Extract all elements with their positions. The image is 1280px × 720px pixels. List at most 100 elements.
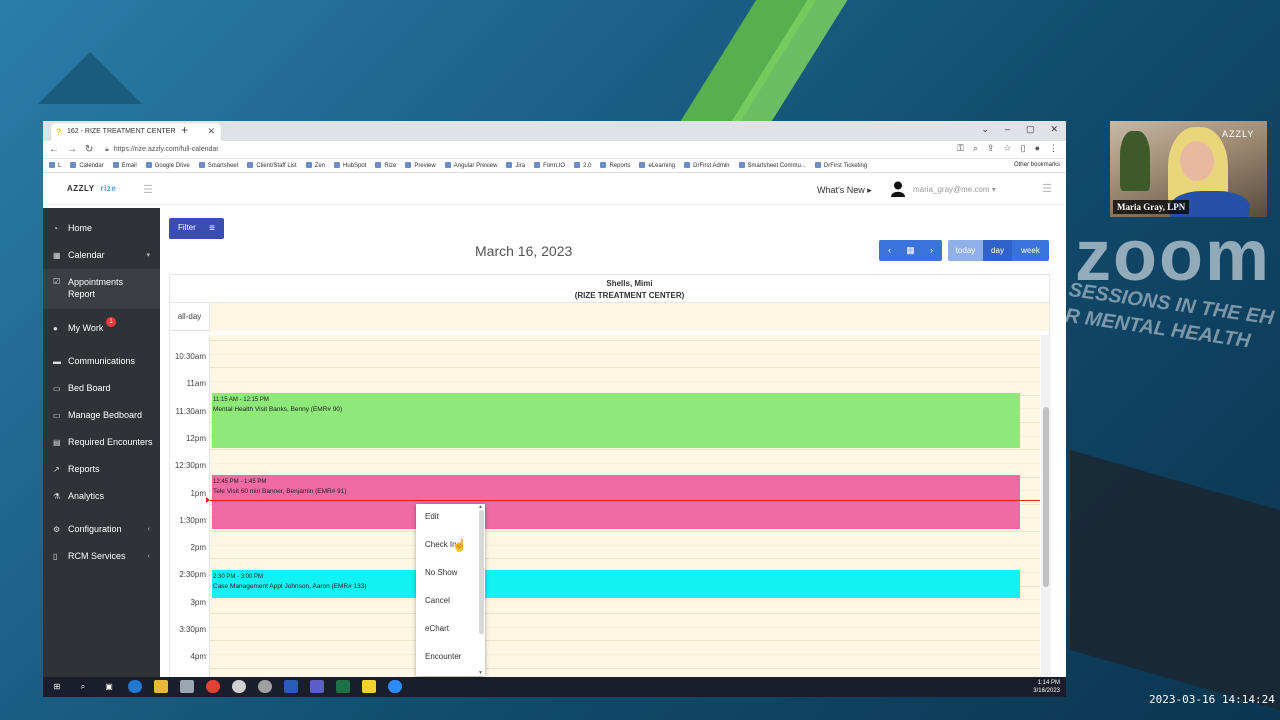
calendar-scrollbar[interactable] [1041, 335, 1051, 677]
sidebar-toggle-icon[interactable]: ☰ [143, 183, 153, 196]
windows-start-icon[interactable]: ⊞ [50, 680, 64, 693]
bookmark-item[interactable]: Smartsheet Commu... [738, 162, 806, 169]
tab-close-icon[interactable]: ✕ [207, 126, 215, 137]
tab-title: 162 - RIZE TREATMENT CENTER [67, 128, 176, 135]
context-menu-item-check-in[interactable]: Check In [416, 532, 485, 560]
user-menu[interactable]: maria_gray@me.com ▾ [913, 185, 996, 194]
bookmark-item[interactable]: Zen [305, 162, 325, 169]
bookmark-item[interactable]: Calendar [70, 162, 104, 169]
bookmark-item[interactable]: 2.0 [574, 162, 591, 169]
bookmark-label: Email [121, 163, 137, 169]
scroll-thumb[interactable] [1043, 407, 1049, 587]
bookmark-item[interactable]: HubSpot [334, 162, 366, 169]
chrome-profile-icon[interactable] [232, 680, 246, 693]
url-field[interactable]: 🔒︎ https://rize.azzly.com/full-calendar [105, 144, 925, 156]
sidepanel-icon[interactable]: ▯ [1021, 143, 1026, 154]
filter-button[interactable]: Filter ≡ [169, 218, 224, 239]
bookmark-item[interactable]: Smartsheet [198, 162, 239, 169]
profile-icon[interactable]: ● [1035, 143, 1040, 154]
day-view-button[interactable]: day [983, 240, 1012, 261]
day-column[interactable]: 11:15 AM - 12:15 PM Mental Health Visit B… [210, 335, 1040, 677]
menu-icon[interactable]: ⋮ [1049, 143, 1058, 154]
sidebar-item-reports[interactable]: ↗ Reports [43, 456, 160, 483]
date-picker-button[interactable]: ▦ [900, 240, 921, 261]
bookmark-item[interactable]: DrFirst Admin [684, 162, 730, 169]
edge-icon[interactable] [128, 680, 142, 693]
appointment-event[interactable]: 12:45 PM - 1:45 PM Tele Visit 60 min Bann… [212, 474, 1020, 530]
sidebar-item-my-work[interactable]: ● My Work 1 [43, 315, 160, 342]
context-menu-scrollbar[interactable] [479, 510, 484, 634]
snipping-tool-icon[interactable] [180, 680, 194, 693]
scroll-down-icon[interactable]: ▼ [478, 670, 483, 676]
file-explorer-icon[interactable] [154, 680, 168, 693]
bookmark-item[interactable]: Preview [405, 162, 436, 169]
notification-badge: 1 [106, 317, 116, 327]
appointment-event[interactable]: 11:15 AM - 12:15 PM Mental Health Visit B… [212, 392, 1020, 448]
context-menu-item-edit[interactable]: Edit [416, 504, 485, 532]
bookmark-item[interactable]: Client/Staff List [247, 162, 297, 169]
reload-icon[interactable]: ↻ [85, 144, 93, 155]
tab-search-icon[interactable]: ⌄ [981, 124, 989, 135]
minimize-icon[interactable]: – [1005, 124, 1010, 135]
bookmark-item[interactable]: Form.IO [534, 162, 565, 169]
prev-button[interactable]: ‹ [879, 240, 900, 261]
context-menu-item-encounter[interactable]: Encounter [416, 644, 485, 672]
bookmark-item[interactable]: Google Drive [145, 162, 190, 169]
bookmark-item[interactable]: Rize [375, 162, 396, 169]
chrome-active-icon[interactable] [258, 680, 272, 693]
sidebar-item-analytics[interactable]: ⚗ Analytics [43, 483, 160, 510]
sidebar-item-calendar[interactable]: ▦ Calendar ▾ [43, 242, 160, 269]
teams-icon[interactable] [310, 680, 324, 693]
word-icon[interactable] [284, 680, 298, 693]
appointment-event[interactable]: 2:30 PM - 3:00 PM Case Management Appt Jo… [212, 570, 1020, 598]
sidebar-item-configuration[interactable]: ⚙ Configuration ‹ [43, 516, 160, 543]
sidebar-item-home[interactable]: ◔ Home [43, 215, 160, 242]
maximize-icon[interactable]: ▢ [1026, 124, 1035, 135]
bookmark-item[interactable]: Email [112, 162, 137, 169]
search-icon[interactable]: ⌕ [76, 680, 90, 693]
calendar-icon: ▦ [906, 245, 915, 255]
browser-tab[interactable]: ? 162 - RIZE TREATMENT CENTER ✕ [51, 123, 221, 141]
forward-icon[interactable]: → [67, 144, 77, 155]
azzly-rize-logo[interactable]: AZZLY rize [67, 184, 116, 193]
taskbar-clock[interactable]: 1:14 PM 3/16/2023 [1033, 679, 1060, 695]
back-icon[interactable]: ← [49, 144, 59, 155]
context-menu-item-echart[interactable]: eChart [416, 616, 485, 644]
bookmark-item[interactable]: Jira [506, 162, 525, 169]
right-panel-icon[interactable]: ☰ [1042, 182, 1052, 195]
sidebar-item-communications[interactable]: ▬ Communications [43, 348, 160, 375]
zoom-icon[interactable]: ⌕ [973, 143, 978, 154]
clock-time: 1:14 PM [1037, 680, 1060, 686]
whats-new-button[interactable]: What's New ▸ [817, 185, 872, 196]
week-view-button[interactable]: week [1012, 240, 1049, 261]
sticky-notes-icon[interactable] [362, 680, 376, 693]
slot-line [210, 640, 1040, 642]
other-bookmarks[interactable]: Other bookmarks [1014, 162, 1060, 168]
today-button[interactable]: today [948, 240, 983, 261]
bookmark-label: Smartsheet [207, 163, 239, 169]
zoom-app-icon[interactable] [388, 680, 402, 693]
key-icon[interactable]: ⚿ [957, 143, 964, 154]
sidebar-item-manage-bedboard[interactable]: ▭ Manage Bedboard [43, 402, 160, 429]
sidebar-item-required-encounters[interactable]: ▤ Required Encounters [43, 429, 160, 456]
bookmark-item[interactable]: L [49, 162, 61, 169]
chrome-icon[interactable] [206, 680, 220, 693]
user-avatar-icon[interactable] [891, 181, 905, 197]
sidebar-item-bed-board[interactable]: ▭ Bed Board [43, 375, 160, 402]
next-button[interactable]: › [921, 240, 942, 261]
context-menu-item-cancel[interactable]: Cancel [416, 588, 485, 616]
close-window-icon[interactable]: ✕ [1050, 124, 1058, 135]
bookmark-item[interactable]: eLearning [639, 162, 675, 169]
bookmark-item[interactable]: Reports [600, 162, 630, 169]
sidebar-item-rcm-services[interactable]: ▯ RCM Services ‹ [43, 543, 160, 570]
all-day-cell[interactable] [210, 303, 1049, 331]
new-tab-icon[interactable]: + [181, 123, 188, 137]
share-icon[interactable]: ⇪ [987, 143, 995, 154]
star-icon[interactable]: ☆ [1004, 143, 1012, 154]
context-menu-item-no-show[interactable]: No Show [416, 560, 485, 588]
sidebar-item-appointments-report[interactable]: ☑ Appointments Report [43, 269, 160, 309]
bookmark-item[interactable]: Angular Preview [444, 162, 497, 169]
task-view-icon[interactable]: ▣ [102, 680, 116, 693]
bookmark-item[interactable]: DrFirst Ticketing [814, 162, 867, 169]
excel-icon[interactable] [336, 680, 350, 693]
